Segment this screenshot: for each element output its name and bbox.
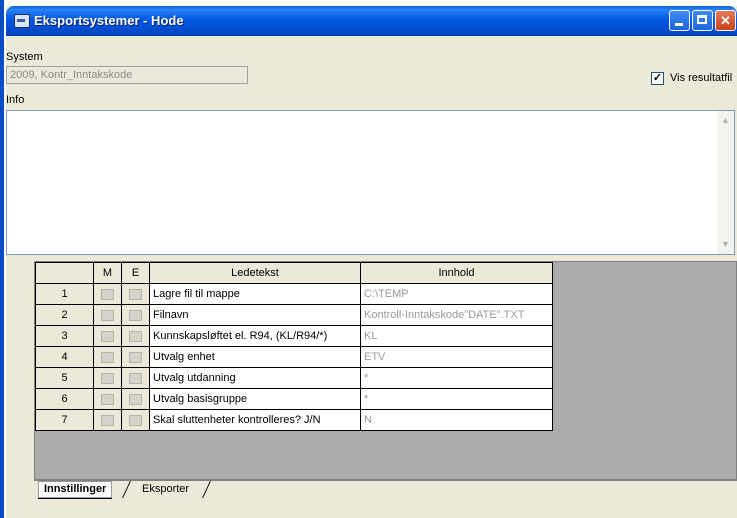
system-field[interactable]: 2009, Kontr_Inntakskode (6, 66, 248, 84)
innhold-cell[interactable]: ETV (360, 346, 553, 368)
m-checkbox[interactable] (93, 388, 122, 410)
ledetekst-cell: Lagre fil til mappe (149, 283, 361, 305)
header-ledetekst[interactable]: Ledetekst (149, 262, 361, 284)
innhold-cell[interactable]: * (360, 367, 553, 389)
innhold-cell[interactable]: Kontroll-Inntakskode"DATE".TXT (360, 304, 553, 326)
info-scrollbar[interactable]: ▲ ▼ (717, 111, 734, 254)
m-box-icon (101, 288, 114, 300)
row-number: 4 (35, 346, 94, 368)
window-frame-left (0, 0, 4, 518)
row-number: 3 (35, 325, 94, 347)
close-icon: ✕ (720, 13, 731, 28)
tab-strip: Innstillinger Eksporter (34, 480, 737, 518)
info-textarea[interactable]: ▲ ▼ (6, 110, 735, 255)
innhold-cell[interactable]: C:\TEMP (360, 283, 553, 305)
m-checkbox[interactable] (93, 346, 122, 368)
table-row[interactable]: 3 Kunnskapsløftet el. R94, (KL/R94/*) KL (35, 325, 553, 347)
e-checkbox[interactable] (121, 283, 150, 305)
e-checkbox[interactable] (121, 346, 150, 368)
header-m[interactable]: M (93, 262, 122, 284)
m-box-icon (101, 393, 114, 405)
maximize-icon (697, 15, 707, 24)
scroll-down-arrow-icon[interactable]: ▼ (717, 236, 734, 253)
window-title: Eksportsystemer - Hode (34, 13, 184, 28)
info-label: Info (6, 94, 25, 106)
scroll-up-arrow-icon[interactable]: ▲ (717, 112, 734, 129)
e-box-icon (129, 330, 142, 342)
m-box-icon (101, 414, 114, 426)
tab-divider (122, 481, 131, 498)
table-row[interactable]: 6 Utvalg basisgruppe * (35, 388, 553, 410)
checkbox-check-icon: ✓ (651, 72, 664, 85)
system-label: System (6, 51, 43, 63)
ledetekst-cell: Skal sluttenheter kontrolleres? J/N (149, 409, 361, 431)
header-innhold[interactable]: Innhold (360, 262, 553, 284)
tab-eksporter[interactable]: Eksporter (136, 481, 195, 498)
settings-grid: M E Ledetekst Innhold 1 Lagre fil til ma… (35, 262, 553, 431)
e-checkbox[interactable] (121, 367, 150, 389)
vis-resultatfil-label: Vis resultatfil (670, 72, 733, 84)
ledetekst-cell: Utvalg utdanning (149, 367, 361, 389)
ledetekst-cell: Utvalg enhet (149, 346, 361, 368)
e-box-icon (129, 372, 142, 384)
e-checkbox[interactable] (121, 388, 150, 410)
e-checkbox[interactable] (121, 325, 150, 347)
innhold-cell[interactable]: KL (360, 325, 553, 347)
m-checkbox[interactable] (93, 409, 122, 431)
row-number: 6 (35, 388, 94, 410)
innhold-cell[interactable]: * (360, 388, 553, 410)
close-button[interactable]: ✕ (715, 10, 736, 31)
eksportsystemer-window: Eksportsystemer - Hode ✕ System 2009, Ko… (6, 6, 737, 518)
minimize-button[interactable] (669, 10, 690, 31)
ledetekst-cell: Filnavn (149, 304, 361, 326)
tab-divider (202, 481, 211, 498)
maximize-button[interactable] (692, 10, 713, 31)
table-row[interactable]: 7 Skal sluttenheter kontrolleres? J/N N (35, 409, 553, 431)
row-number: 7 (35, 409, 94, 431)
row-number: 5 (35, 367, 94, 389)
ledetekst-cell: Kunnskapsløftet el. R94, (KL/R94/*) (149, 325, 361, 347)
m-box-icon (101, 330, 114, 342)
m-checkbox[interactable] (93, 304, 122, 326)
table-row[interactable]: 1 Lagre fil til mappe C:\TEMP (35, 283, 553, 305)
m-box-icon (101, 309, 114, 321)
e-box-icon (129, 393, 142, 405)
table-row[interactable]: 2 Filnavn Kontroll-Inntakskode"DATE".TXT (35, 304, 553, 326)
m-checkbox[interactable] (93, 367, 122, 389)
e-box-icon (129, 351, 142, 363)
table-row[interactable]: 5 Utvalg utdanning * (35, 367, 553, 389)
innhold-cell[interactable]: N (360, 409, 553, 431)
row-number: 1 (35, 283, 94, 305)
app-window-icon (14, 14, 30, 28)
m-box-icon (101, 372, 114, 384)
grid-header-row: M E Ledetekst Innhold (35, 262, 553, 284)
e-box-icon (129, 414, 142, 426)
m-checkbox[interactable] (93, 325, 122, 347)
e-checkbox[interactable] (121, 304, 150, 326)
m-box-icon (101, 351, 114, 363)
e-box-icon (129, 309, 142, 321)
ledetekst-cell: Utvalg basisgruppe (149, 388, 361, 410)
row-number: 2 (35, 304, 94, 326)
table-row[interactable]: 4 Utvalg enhet ETV (35, 346, 553, 368)
header-e[interactable]: E (121, 262, 150, 284)
e-checkbox[interactable] (121, 409, 150, 431)
e-box-icon (129, 288, 142, 300)
settings-grid-area: M E Ledetekst Innhold 1 Lagre fil til ma… (34, 261, 737, 480)
tab-innstillinger[interactable]: Innstillinger (38, 481, 113, 499)
title-bar[interactable]: Eksportsystemer - Hode ✕ (6, 6, 737, 36)
header-rownum (35, 262, 94, 284)
minimize-icon (675, 23, 683, 26)
m-checkbox[interactable] (93, 283, 122, 305)
